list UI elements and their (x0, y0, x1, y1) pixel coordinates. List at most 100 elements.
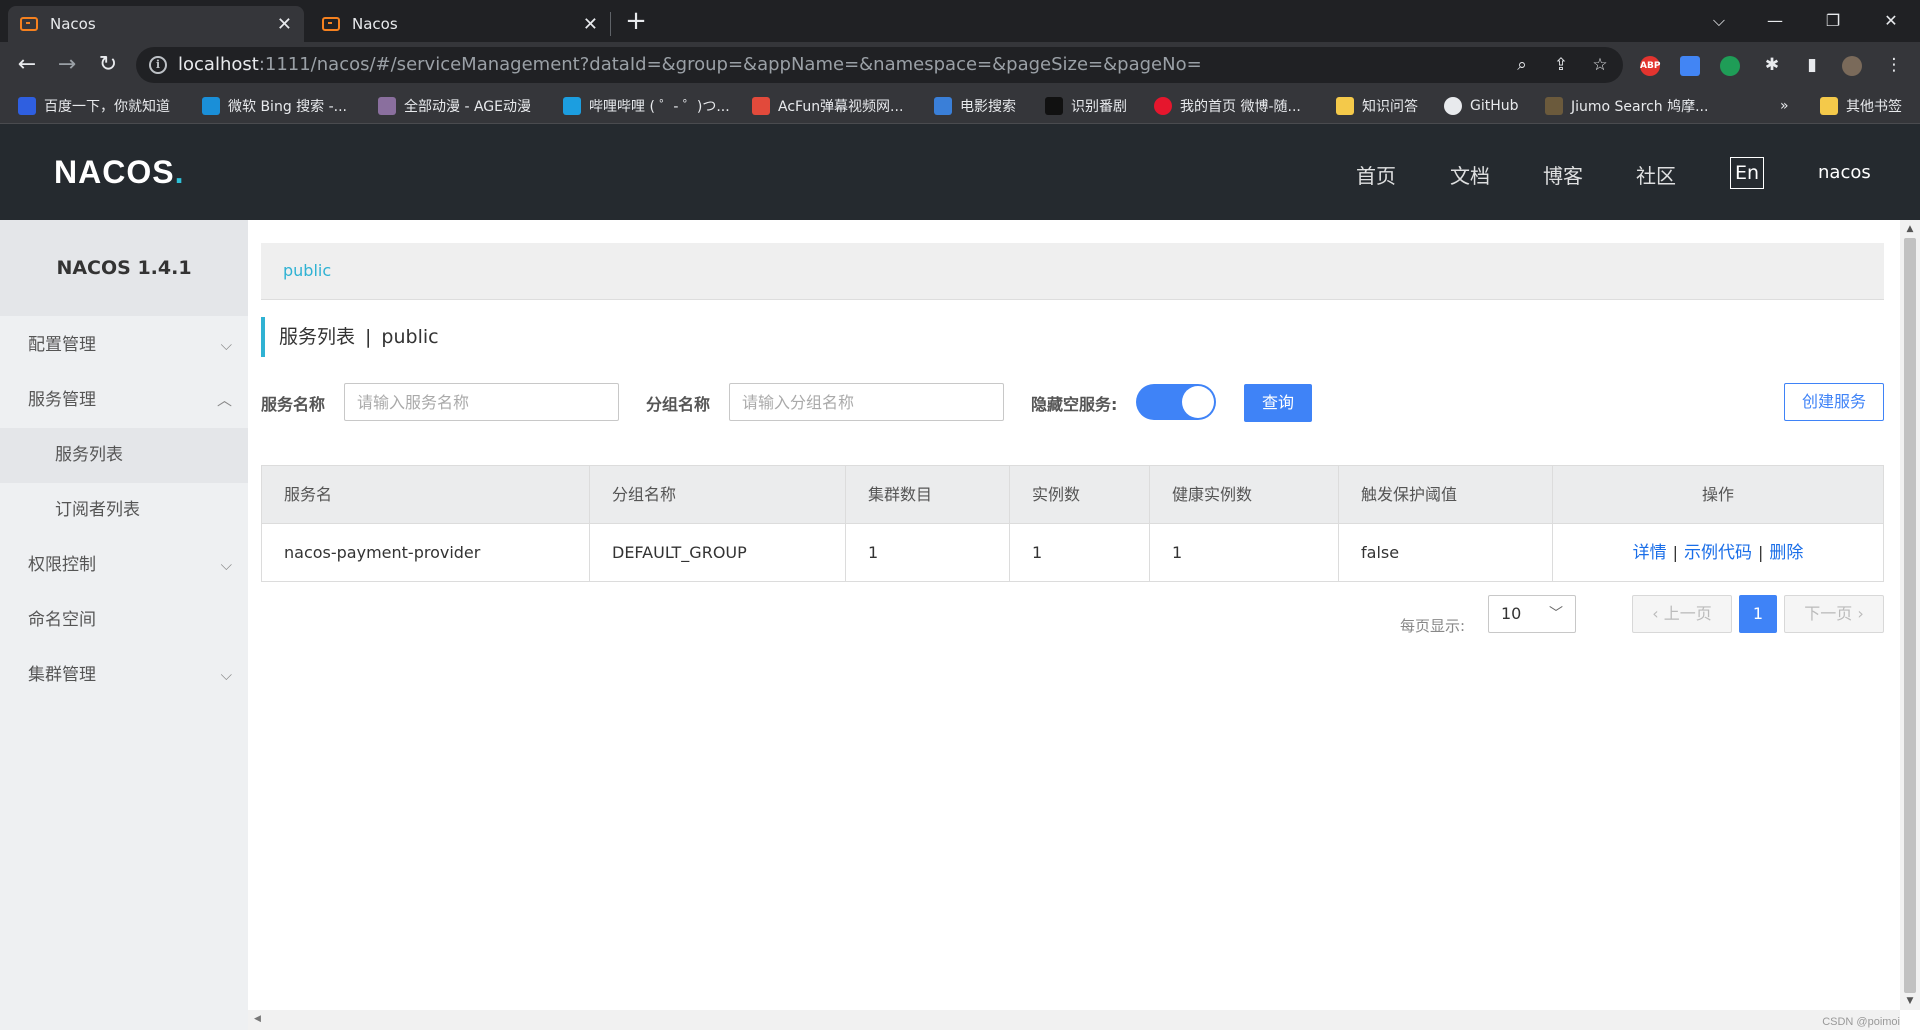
url-text[interactable]: localhost:1111/nacos/#/serviceManagement… (178, 54, 1202, 75)
green-extension-icon[interactable] (1720, 56, 1740, 76)
page-size-select[interactable]: 10 ﹀ (1488, 595, 1576, 633)
browser-toolbar: ← → ↻ i localhost:1111/nacos/#/serviceMa… (0, 42, 1920, 88)
actions-cell: 详情 | 示例代码 | 删除 (1553, 524, 1883, 581)
column-header: 分组名称 (590, 466, 846, 523)
page-title-namespace: public (381, 326, 439, 348)
column-header: 服务名 (262, 466, 590, 523)
anime-recognize-icon (1045, 97, 1063, 115)
scroll-up-icon[interactable]: ▲ (1900, 224, 1920, 234)
column-header: 实例数 (1010, 466, 1150, 523)
create-service-button[interactable]: 创建服务 (1784, 383, 1884, 421)
profile-avatar[interactable] (1842, 56, 1862, 76)
page-title: 服务列表 | public (261, 317, 439, 357)
title-separator: | (365, 326, 372, 348)
hide-empty-services-toggle[interactable] (1136, 384, 1216, 420)
bookmarks-bar: 百度一下，你就知道 微软 Bing 搜索 -... 全部动漫 - AGE动漫 哔… (0, 88, 1920, 124)
address-bar[interactable]: i localhost:1111/nacos/#/serviceManageme… (136, 47, 1623, 83)
movie-search-icon (934, 97, 952, 115)
sidebar-item-config[interactable]: 配置管理 ⌵ (0, 318, 248, 373)
bilibili-icon (563, 97, 581, 115)
app-header: NACOS. 首页 文档 博客 社区 En nacos (0, 124, 1920, 220)
new-tab-icon[interactable]: + (622, 8, 650, 36)
sidebar-item-service[interactable]: 服务管理 ︿ (0, 373, 248, 428)
tab-search-chevron-icon[interactable]: ⌵ (1696, 6, 1742, 36)
nav-docs[interactable]: 文档 (1450, 160, 1490, 189)
share-icon[interactable]: ⇪ (1551, 55, 1571, 75)
current-page-button[interactable]: 1 (1739, 595, 1777, 633)
bookmark-item[interactable]: 百度一下，你就知道 (18, 96, 170, 116)
healthy-instance-count-cell: 1 (1150, 524, 1339, 581)
query-button[interactable]: 查询 (1244, 384, 1312, 422)
namespace-link-public[interactable]: public (283, 261, 331, 280)
service-name-input[interactable] (344, 383, 619, 421)
translate-extension-icon[interactable] (1680, 56, 1700, 76)
tab-title: Nacos (352, 15, 398, 33)
scroll-left-icon[interactable]: ◀ (254, 1014, 261, 1024)
protect-threshold-cell: false (1339, 524, 1553, 581)
sidebar-item-service-list[interactable]: 服务列表 (0, 428, 248, 483)
nav-blog[interactable]: 博客 (1543, 160, 1583, 189)
nav-home[interactable]: 首页 (1356, 160, 1396, 189)
table-row: nacos-payment-provider DEFAULT_GROUP 1 1… (262, 524, 1883, 581)
bookmark-item[interactable]: 哔哩哔哩 ( ゜- ゜)つ... (563, 96, 730, 116)
nav-community[interactable]: 社区 (1636, 160, 1676, 189)
window-close-icon[interactable]: ✕ (1868, 6, 1914, 36)
chevron-down-icon: ﹀ (1549, 606, 1563, 622)
scrollbar-thumb[interactable] (1904, 238, 1916, 993)
nacos-logo[interactable]: NACOS. (54, 154, 184, 191)
bookmark-star-icon[interactable]: ☆ (1590, 55, 1610, 75)
reload-icon[interactable]: ↻ (93, 50, 123, 80)
site-info-icon[interactable]: i (149, 56, 167, 74)
baidu-icon (18, 97, 36, 115)
group-name-input[interactable] (729, 383, 1004, 421)
bookmark-item[interactable]: Jiumo Search 鸠摩... (1545, 96, 1708, 116)
forward-arrow-icon[interactable]: → (52, 50, 82, 80)
bookmark-item[interactable]: GitHub (1444, 96, 1519, 116)
service-name-cell: nacos-payment-provider (262, 524, 590, 581)
chevron-down-icon: ⌵ (220, 556, 232, 574)
side-panel-icon[interactable]: ▮ (1802, 55, 1822, 75)
bookmark-item[interactable]: 识别番剧 (1045, 96, 1127, 116)
bookmark-item[interactable]: 我的首页 微博-随... (1154, 96, 1301, 116)
bookmark-item[interactable]: AcFun弹幕视频网... (752, 96, 903, 116)
sidebar-item-permissions[interactable]: 权限控制 ⌵ (0, 538, 248, 593)
sidebar-item-namespace[interactable]: 命名空间 (0, 593, 248, 648)
language-toggle-button[interactable]: En (1730, 157, 1764, 189)
vertical-scrollbar[interactable]: ▲ ▼ (1900, 220, 1920, 1010)
bookmark-item[interactable]: 电影搜索 (934, 96, 1016, 116)
cluster-count-cell: 1 (846, 524, 1010, 581)
other-bookmarks[interactable]: 其他书签 (1820, 96, 1902, 116)
restore-icon[interactable]: ❐ (1810, 6, 1856, 36)
adblock-extension-icon[interactable]: ABP (1640, 56, 1660, 76)
close-tab-icon[interactable]: ✕ (583, 14, 598, 35)
column-header: 触发保护阈值 (1339, 466, 1553, 523)
sidebar-item-subscribers[interactable]: 订阅者列表 (0, 483, 248, 538)
bookmark-item[interactable]: 知识问答 (1336, 96, 1418, 116)
bookmark-item[interactable]: 微软 Bing 搜索 -... (202, 96, 347, 116)
column-header: 集群数目 (846, 466, 1010, 523)
prev-page-button[interactable]: ‹ 上一页 (1632, 595, 1732, 633)
column-header: 操作 (1701, 485, 1734, 504)
puzzle-extensions-icon[interactable]: ✱ (1762, 55, 1782, 75)
zoom-icon[interactable]: ⌕ (1512, 55, 1532, 75)
browser-tab-active[interactable]: Nacos ✕ (8, 6, 304, 42)
browser-tab[interactable]: Nacos ✕ (310, 6, 610, 42)
username[interactable]: nacos (1818, 162, 1871, 183)
scroll-down-icon[interactable]: ▼ (1900, 996, 1920, 1006)
delete-link[interactable]: 删除 (1769, 543, 1803, 563)
sidebar-item-cluster[interactable]: 集群管理 ⌵ (0, 648, 248, 703)
menu-dots-icon[interactable]: ⋮ (1884, 55, 1904, 75)
horizontal-scrollbar[interactable]: ◀ (248, 1010, 1900, 1030)
table-header: 服务名 分组名称 集群数目 实例数 健康实例数 触发保护阈值 操作 (262, 466, 1883, 524)
next-page-button[interactable]: 下一页 › (1784, 595, 1884, 633)
watermark: CSDN @poimoi (1822, 1016, 1900, 1028)
age-anime-icon (378, 97, 396, 115)
close-tab-icon[interactable]: ✕ (277, 14, 292, 35)
sample-code-link[interactable]: 示例代码 (1684, 543, 1752, 563)
more-bookmarks-button[interactable]: » (1780, 96, 1789, 116)
back-arrow-icon[interactable]: ← (12, 50, 42, 80)
bookmark-item[interactable]: 全部动漫 - AGE动漫 (378, 96, 531, 116)
minimize-icon[interactable]: — (1752, 6, 1798, 36)
toggle-knob (1182, 386, 1214, 418)
detail-link[interactable]: 详情 (1633, 543, 1667, 563)
